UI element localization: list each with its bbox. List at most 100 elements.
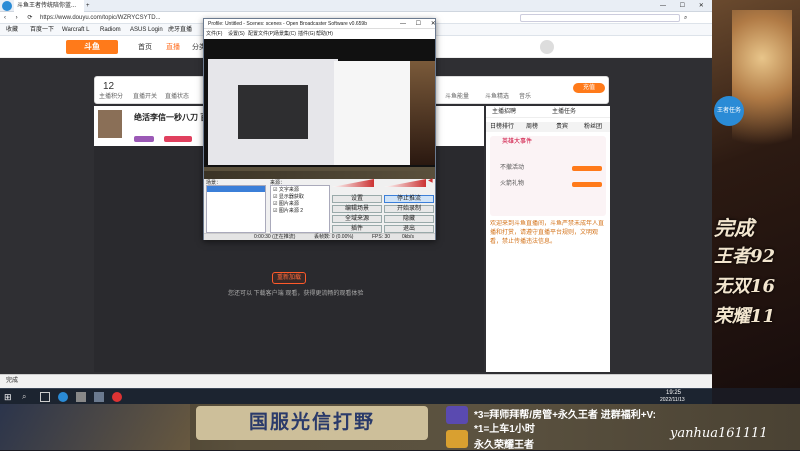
activity-progress: [572, 166, 602, 171]
search-input[interactable]: [520, 14, 680, 22]
promo-line: 王者92: [714, 246, 776, 267]
obs-dropped-frames: 丢帧数: 0 (0.00%): [314, 234, 354, 240]
obs-plugins-button[interactable]: 插件: [332, 225, 382, 233]
level-badge: [134, 136, 154, 142]
rank-badge: [164, 136, 192, 142]
mic-volume-meter[interactable]: [332, 179, 374, 187]
taskbar-app-icon[interactable]: [76, 392, 86, 402]
status-text: 完成: [6, 378, 19, 384]
stream-overlay: 国服光信打野 *3=拜师拜帮/房管+永久王者 进群福利+V: *1=上车1小时 …: [0, 404, 800, 451]
overlay-info-1: *3=拜师拜帮/房管+永久王者 进群福利+V:: [474, 410, 656, 421]
obs-menu-item[interactable]: 文件(F): [206, 29, 222, 39]
obs-menu-item[interactable]: 设置(S): [228, 29, 245, 39]
taskbar-app-icon[interactable]: [112, 392, 122, 402]
promo-line: 完成: [714, 216, 754, 240]
obs-exit-button[interactable]: 退出: [384, 225, 434, 233]
obs-stream-time: 0:00:30 (正在推流): [254, 234, 296, 240]
obs-status-bar: 0:00:30 (正在推流) 丢帧数: 0 (0.00%) FPS: 30 0k…: [204, 233, 435, 240]
status-bar: 完成: [0, 374, 712, 388]
stat-label: 直播状态: [165, 94, 190, 100]
obs-edit-scene-button[interactable]: 编辑场景: [332, 205, 382, 213]
source-item[interactable]: ☑ 显示器获取: [273, 194, 327, 201]
clock-date[interactable]: 2022/11/13: [660, 396, 685, 404]
right-icon-label[interactable]: 音乐: [519, 91, 531, 103]
source-item[interactable]: ☑ 图片来源: [273, 201, 327, 208]
obs-settings-button[interactable]: 设置: [332, 195, 382, 203]
overlay-info-2: *1=上车1小时: [474, 424, 535, 435]
scene-item-selected[interactable]: [207, 186, 265, 192]
avatar[interactable]: [540, 40, 554, 54]
overlay-icon-2: [446, 430, 468, 448]
promo-line: 荣耀11: [714, 306, 776, 327]
obs-hide-button[interactable]: 隐藏: [384, 215, 434, 223]
tab-bar: 斗鱼王者传统陪你蓝... + — ☐ ✕: [0, 0, 712, 12]
obs-menu-item[interactable]: 帮助(H): [316, 29, 333, 39]
nav-buttons[interactable]: ‹ › ⟳: [4, 12, 36, 24]
chat-panel: 主播招聘 主播任务 日榜排行 周榜 贵宾 粉丝团 英雄大事件 不撤活动 火箭礼物…: [486, 106, 610, 372]
overlay-info-3: 永久荣耀王者: [474, 440, 534, 451]
right-icon-label[interactable]: 斗鱼能量: [445, 91, 469, 103]
browser-logo-icon: [2, 1, 12, 11]
chat-tab[interactable]: 粉丝团: [584, 122, 602, 132]
overlay-banner: 国服光信打野: [196, 406, 428, 440]
download-hint: 您还可以 下载客户端 观看，获得更流畅的观看体验: [228, 291, 364, 297]
anchor-avatar[interactable]: [98, 110, 122, 138]
obs-bitrate: 0kb/s: [402, 234, 414, 240]
chat-tab[interactable]: 周榜: [526, 122, 538, 132]
bookmark-item[interactable]: 百度一下: [30, 24, 54, 36]
tab-recruit[interactable]: 主播招聘: [492, 106, 516, 118]
obs-window: Profile: Untitled - Scenes: scenes - Ope…: [203, 18, 436, 240]
taskbar-browser-icon[interactable]: [58, 392, 68, 402]
overlay-art: [0, 404, 190, 450]
douyu-logo[interactable]: 斗鱼: [66, 40, 118, 54]
obs-menu-item[interactable]: 插件(G): [298, 29, 315, 39]
search-icon[interactable]: ⌕: [22, 392, 26, 402]
taskbar-obs-icon[interactable]: [94, 392, 104, 402]
nav-home[interactable]: 首页: [138, 42, 152, 52]
obs-window-controls[interactable]: — ☐ ✕: [400, 19, 440, 29]
promo-panel: 王者任务 完成 王者92 无双16 荣耀11: [712, 0, 800, 388]
bookmark-item[interactable]: ASUS Login: [130, 24, 163, 36]
chat-tabs: 日榜排行 周榜 贵宾 粉丝团: [486, 122, 610, 132]
new-tab-button[interactable]: +: [86, 0, 90, 12]
event-title: 英雄大事件: [502, 139, 533, 145]
window-controls[interactable]: — ☐ ✕: [660, 0, 710, 12]
tab-task[interactable]: 主播任务: [552, 106, 576, 118]
obs-menubar: 文件(F) 设置(S) 配置文件(P) 场景集(C) 插件(G) 帮助(H): [204, 29, 435, 39]
source-item[interactable]: ☑ 图片来源 2: [273, 208, 327, 215]
speaker-icon[interactable]: ◀: [428, 175, 433, 187]
obs-menu-item[interactable]: 配置文件(P): [248, 29, 275, 39]
tab-active[interactable]: 斗鱼王者传统陪你蓝...: [14, 0, 84, 12]
bookmark-item[interactable]: 虎牙直播: [168, 24, 192, 36]
chat-tab[interactable]: 日榜排行: [490, 122, 514, 132]
stat-label: 直播开关: [133, 94, 158, 100]
obs-stop-stream-button[interactable]: 停止推流: [384, 195, 434, 203]
source-item[interactable]: ☑ 文字来源: [273, 187, 327, 194]
nav-live[interactable]: 直播: [166, 42, 180, 52]
recharge-button[interactable]: 充值: [573, 83, 605, 93]
bookmark-item[interactable]: Radiom: [100, 24, 121, 36]
sources-list[interactable]: ☑ 文字来源 ☑ 显示器获取 ☑ 图片来源 ☑ 图片来源 2: [270, 185, 330, 233]
panel-tabs: 主播招聘 主播任务: [486, 106, 610, 118]
task-view-icon[interactable]: [40, 392, 50, 402]
start-icon[interactable]: ⊞: [4, 392, 12, 402]
reload-button[interactable]: 重新加载: [272, 272, 306, 284]
preview-chat-thumb: [334, 61, 410, 165]
bookmark-item[interactable]: Warcraft L: [62, 24, 89, 36]
obs-global-sources-button[interactable]: 全域来源: [332, 215, 382, 223]
desktop-volume-meter[interactable]: [384, 179, 426, 187]
scenes-list[interactable]: [206, 185, 266, 233]
obs-menu-item[interactable]: 场景集(C): [274, 29, 296, 39]
browser-window: 斗鱼王者传统陪你蓝... + — ☐ ✕ ‹ › ⟳ https://www.d…: [0, 0, 712, 388]
search-icon[interactable]: ⌕: [684, 12, 687, 24]
promo-line: 无双16: [714, 276, 776, 297]
hero-portrait: [732, 10, 792, 170]
bookmark-item[interactable]: 收藏: [6, 24, 18, 36]
obs-title: Profile: Untitled - Scenes: scenes - Ope…: [208, 21, 367, 27]
right-icon-label[interactable]: 斗鱼精选: [485, 91, 509, 103]
notice-text: 欢迎来到斗鱼直播间，斗鱼严禁未成年人直播和打赏，请遵守直播平台规则，文明观看，禁…: [490, 221, 605, 245]
obs-preview: [204, 39, 435, 171]
obs-start-recording-button[interactable]: 开始录制: [384, 205, 434, 213]
chat-tab[interactable]: 贵宾: [556, 122, 568, 132]
obs-titlebar: Profile: Untitled - Scenes: scenes - Ope…: [204, 19, 436, 29]
